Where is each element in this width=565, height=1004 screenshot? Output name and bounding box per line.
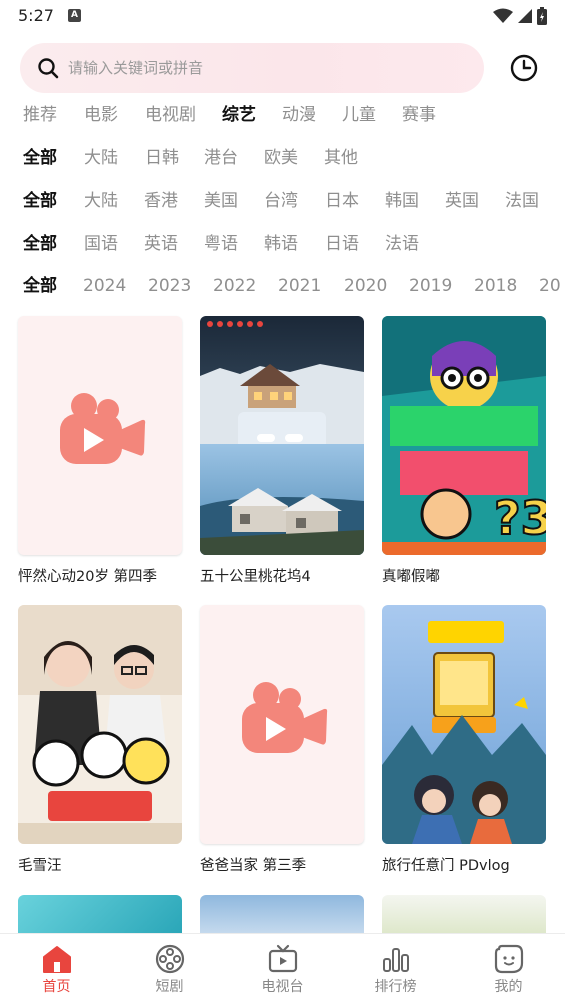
category-tabs: 推荐 电影 电视剧 综艺 动漫 儿童 赛事: [0, 100, 565, 130]
filter-year-2023[interactable]: 2023: [148, 271, 191, 301]
nav-profile[interactable]: 我的: [452, 934, 565, 1004]
card-title[interactable]: 怦然心动20岁 第四季: [18, 565, 157, 586]
filter-year-2022[interactable]: 2022: [213, 271, 256, 301]
filter-type-mainland[interactable]: 大陆: [84, 143, 118, 173]
card-title[interactable]: 真嘟假嘟: [382, 565, 440, 586]
nav-tv[interactable]: 电视台: [226, 934, 339, 1004]
filter-lang-mandarin[interactable]: 国语: [84, 229, 118, 259]
wifi-icon: [493, 8, 513, 23]
search-input[interactable]: [68, 43, 468, 93]
filter-region-usa[interactable]: 美国: [204, 186, 238, 216]
travel-poster-image: [382, 605, 546, 844]
card-title[interactable]: 毛雪汪: [18, 854, 62, 875]
tab-tv-series[interactable]: 电视剧: [145, 100, 196, 130]
filter-row-region: 全部 大陆 香港 美国 台湾 日本 韩国 英国 法国: [0, 186, 565, 216]
filter-lang-cantonese[interactable]: 粤语: [204, 229, 238, 259]
filter-region-mainland[interactable]: 大陆: [84, 186, 118, 216]
filter-lang-french[interactable]: 法语: [385, 229, 419, 259]
status-bar: 5:27 A: [0, 0, 565, 34]
poster-partial[interactable]: [200, 895, 364, 935]
bottom-navigation: 首页 短剧 电视台 排行榜 我的: [0, 933, 565, 1004]
filter-region-taiwan[interactable]: 台湾: [264, 186, 298, 216]
poster-placeholder[interactable]: [18, 316, 182, 555]
filter-type-other[interactable]: 其他: [324, 143, 358, 173]
search-bar[interactable]: [20, 43, 484, 93]
duo-poster-image: [18, 605, 182, 844]
svg-text:?3: ?3: [494, 491, 546, 545]
signal-icon: [518, 9, 532, 23]
poster-comic[interactable]: ?3: [382, 316, 546, 555]
home-icon: [43, 946, 71, 973]
filter-region-uk[interactable]: 英国: [445, 186, 479, 216]
filter-year-all[interactable]: 全部: [23, 271, 57, 301]
poster-placeholder[interactable]: [200, 605, 364, 844]
card-title[interactable]: 爸爸当家 第三季: [200, 854, 306, 875]
status-time: 5:27: [18, 6, 54, 25]
ranking-icon: [383, 948, 409, 972]
filter-lang-japanese[interactable]: 日语: [325, 229, 359, 259]
nav-short-drama-label: 短剧: [155, 979, 184, 995]
filter-type-hk-tw[interactable]: 港台: [204, 143, 238, 173]
filter-region-france[interactable]: 法国: [505, 186, 539, 216]
filter-region-all[interactable]: 全部: [23, 186, 57, 216]
filter-year-2021[interactable]: 2021: [278, 271, 321, 301]
nav-profile-label: 我的: [494, 979, 523, 995]
poster-travel[interactable]: [382, 605, 546, 844]
tab-anime[interactable]: 动漫: [282, 100, 316, 130]
nav-ranking-label: 排行榜: [374, 979, 417, 995]
card-title[interactable]: 旅行任意门 PDvlog: [382, 854, 510, 875]
comic-poster-image: ?3: [382, 316, 546, 555]
filter-region-korea[interactable]: 韩国: [385, 186, 419, 216]
filter-year-2024[interactable]: 2024: [83, 271, 126, 301]
nav-tv-label: 电视台: [261, 979, 304, 995]
history-clock-icon[interactable]: [509, 53, 539, 83]
nav-ranking[interactable]: 排行榜: [339, 934, 452, 1004]
profile-icon: [494, 944, 524, 974]
filter-row-year: 全部 2024 2023 2022 2021 2020 2019 2018 20: [0, 271, 565, 301]
poster-snowy-villa[interactable]: [200, 316, 364, 555]
card-title[interactable]: 五十公里桃花坞4: [200, 565, 311, 586]
search-icon[interactable]: [37, 57, 59, 79]
film-reel-icon: [155, 944, 185, 974]
tab-kids[interactable]: 儿童: [342, 100, 376, 130]
nav-home[interactable]: 首页: [0, 934, 113, 1004]
camera-play-icon: [242, 682, 328, 753]
filter-year-truncated[interactable]: 20: [539, 271, 561, 301]
filter-type-all[interactable]: 全部: [23, 143, 57, 173]
filter-lang-korean[interactable]: 韩语: [264, 229, 298, 259]
tv-icon: [268, 944, 298, 973]
filter-type-euro-us[interactable]: 欧美: [264, 143, 298, 173]
camera-play-icon: [60, 393, 146, 464]
filter-row-language: 全部 国语 英语 粤语 韩语 日语 法语: [0, 229, 565, 259]
poster-partial[interactable]: [18, 895, 182, 935]
poster-duo[interactable]: [18, 605, 182, 844]
battery-icon: [537, 7, 547, 25]
tab-recommend[interactable]: 推荐: [23, 100, 57, 130]
filter-lang-all[interactable]: 全部: [23, 229, 57, 259]
tab-sports[interactable]: 赛事: [402, 100, 436, 130]
filter-year-2019[interactable]: 2019: [409, 271, 452, 301]
tab-variety[interactable]: 综艺: [222, 100, 256, 130]
filter-region-hongkong[interactable]: 香港: [144, 186, 178, 216]
nav-home-label: 首页: [42, 979, 71, 995]
poster-partial[interactable]: [382, 895, 546, 935]
filter-type-japan-korea[interactable]: 日韩: [145, 143, 179, 173]
filter-region-japan[interactable]: 日本: [325, 186, 359, 216]
filter-row-type: 全部 大陆 日韩 港台 欧美 其他: [0, 143, 565, 173]
filter-year-2018[interactable]: 2018: [474, 271, 517, 301]
filter-lang-english[interactable]: 英语: [144, 229, 178, 259]
tab-movies[interactable]: 电影: [84, 100, 118, 130]
notification-a-icon: A: [68, 9, 81, 22]
nav-short-drama[interactable]: 短剧: [113, 934, 226, 1004]
filter-year-2020[interactable]: 2020: [344, 271, 387, 301]
snowy-villa-image: [200, 316, 364, 555]
